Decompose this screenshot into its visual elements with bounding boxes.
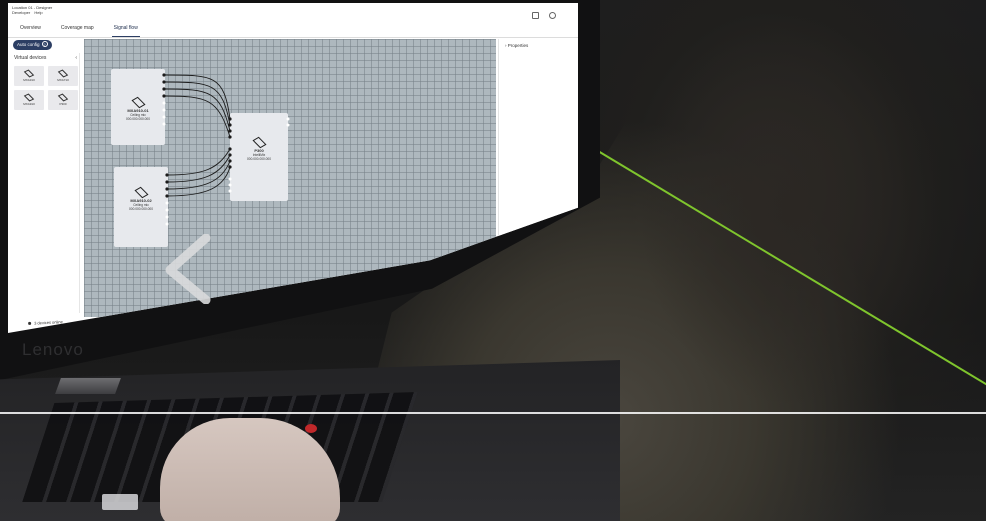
device-tile-label: MXA310 xyxy=(23,77,35,82)
laptop-hinge xyxy=(55,378,121,394)
virtual-devices-panel: Virtual devices ‹ MXA310 MXA710 MXA910 P… xyxy=(12,53,80,313)
back-chevron-overlay-icon xyxy=(165,234,211,304)
trackpoint xyxy=(305,424,317,433)
virtual-devices-title: Virtual devices xyxy=(14,55,47,61)
device-tile-label: MXA910 xyxy=(23,101,35,106)
collapse-chevron-icon[interactable]: ‹ xyxy=(75,55,77,61)
device-tile-mxa310[interactable]: MXA310 xyxy=(14,66,44,86)
device-tile-mxa710[interactable]: MXA710 xyxy=(48,66,78,86)
device-tile-p300[interactable]: P300 xyxy=(48,90,78,110)
device-palette: MXA310 MXA710 MXA910 P300 xyxy=(12,63,79,113)
auto-config-button[interactable]: Auto config? xyxy=(13,40,52,50)
auto-config-label: Auto config xyxy=(17,42,40,47)
device-tile-label: MXA710 xyxy=(57,77,69,82)
tab-coverage-map[interactable]: Coverage map xyxy=(59,23,96,37)
menu-bar: Developer Help xyxy=(12,10,574,15)
tab-signal-flow[interactable]: Signal flow xyxy=(111,23,140,37)
device-icon xyxy=(57,69,69,77)
main-tabs: Overview Coverage map Signal flow xyxy=(18,23,140,37)
laptop-brand-logo: Lenovo xyxy=(22,340,84,359)
window-titlebar: Location 01 - Designer Developer Help xyxy=(8,3,578,17)
device-icon xyxy=(23,69,35,77)
glare-line xyxy=(0,412,986,414)
expand-chevron-icon[interactable]: › xyxy=(505,43,507,48)
tab-overview[interactable]: Overview xyxy=(18,23,43,37)
device-tile-mxa910[interactable]: MXA910 xyxy=(14,90,44,110)
properties-title: Properties xyxy=(507,43,529,48)
menu-item-developer[interactable]: Developer xyxy=(12,10,30,15)
question-icon: ? xyxy=(41,41,48,47)
menu-item-help[interactable]: Help xyxy=(34,10,42,15)
virtual-devices-header: Virtual devices ‹ xyxy=(12,53,79,63)
device-tile-label: P300 xyxy=(59,101,67,106)
device-icon xyxy=(23,93,35,101)
tabs-divider xyxy=(8,37,578,38)
status-dot-icon xyxy=(28,321,32,325)
device-icon xyxy=(57,93,69,101)
window-maximize-icon[interactable] xyxy=(532,12,539,19)
touchpad-button xyxy=(102,494,138,510)
help-circle-icon[interactable] xyxy=(549,12,556,19)
